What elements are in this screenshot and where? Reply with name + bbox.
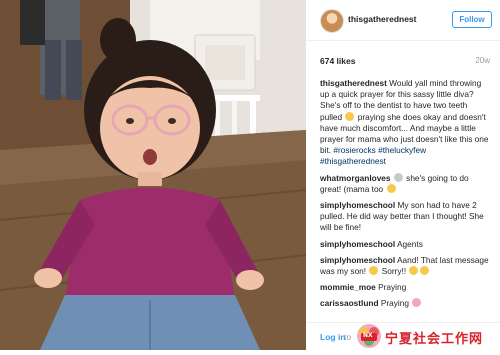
comment-user[interactable]: whatmorganloves: [320, 173, 391, 183]
comment: simplyhomeschool Agents: [320, 239, 490, 250]
comment-user[interactable]: thisgatherednest: [320, 78, 387, 88]
comment-user[interactable]: simplyhomeschool: [320, 200, 395, 210]
photo-illustration: [0, 0, 306, 350]
post-photo[interactable]: [0, 0, 306, 350]
comment: simplyhomeschool My son had to have 2 pu…: [320, 200, 490, 234]
comment-user[interactable]: carissaostlund: [320, 298, 379, 308]
comments-list: thisgatherednest Would yall mind throwin…: [320, 78, 490, 318]
comment-caption: thisgatherednest Would yall mind throwin…: [320, 78, 490, 168]
post-age[interactable]: 20w: [475, 56, 490, 65]
comment: carissaostlund Praying: [320, 298, 490, 309]
hashtags[interactable]: #rosierocks #theluckyfew #thisgatheredne…: [320, 145, 426, 166]
comment-text: Agents: [397, 238, 423, 249]
heart-emoji-icon: [412, 298, 422, 308]
comment-user[interactable]: simplyhomeschool: [320, 239, 395, 249]
laugh-emoji-icon: [369, 266, 379, 276]
comment-user[interactable]: simplyhomeschool: [320, 255, 395, 265]
emoji-icon: [345, 111, 355, 121]
watermark-text: 宁夏社会工作网: [385, 332, 484, 347]
login-suffix: to: [344, 332, 352, 342]
laugh-emoji-icon: [409, 266, 419, 276]
comment: whatmorganloves she's going to do great!…: [320, 172, 490, 195]
login-link[interactable]: Log in: [320, 332, 346, 342]
post-username[interactable]: thisgatherednest: [348, 14, 417, 24]
comment-text-continued: Sorry!!: [381, 266, 407, 277]
comment-user[interactable]: mommie_moe: [320, 282, 376, 292]
likes-count[interactable]: 674 likes: [320, 56, 355, 66]
avatar[interactable]: [320, 9, 344, 33]
site-watermark: NX 宁夏社会工作网: [355, 322, 500, 350]
laugh-emoji-icon: [420, 266, 430, 276]
comment: mommie_moe Praying: [320, 282, 490, 293]
comment-text: Praying: [380, 298, 410, 309]
post-header: thisgatherednest Follow: [306, 0, 500, 41]
post-sidebar: thisgatherednest Follow 674 likes 20w th…: [306, 0, 500, 350]
comment: simplyhomeschool Aand! That last message…: [320, 255, 490, 277]
watermark-badge: NX: [363, 332, 373, 339]
follow-button[interactable]: Follow: [452, 11, 492, 28]
likes-row: 674 likes 20w: [320, 56, 490, 68]
smile-emoji-icon: [386, 183, 396, 193]
pray-emoji-icon: [393, 172, 403, 182]
comment-text: Praying: [378, 282, 407, 293]
